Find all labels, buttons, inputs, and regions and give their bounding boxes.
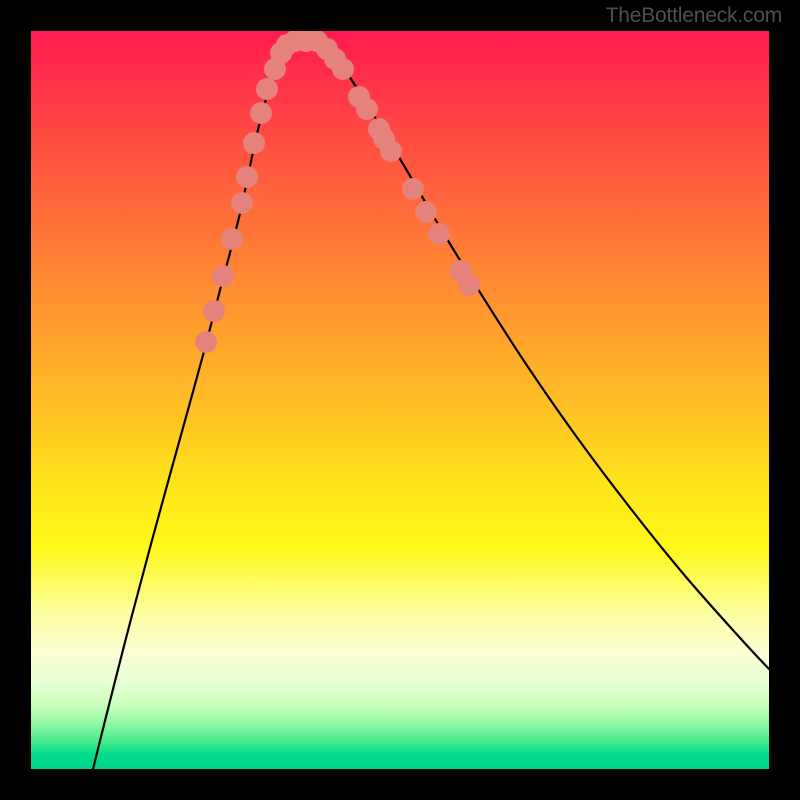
- highlight-dot: [458, 274, 480, 296]
- highlight-dot: [221, 228, 243, 250]
- highlight-dot: [332, 58, 354, 80]
- highlight-dot: [212, 265, 234, 287]
- highlight-dot: [380, 140, 402, 162]
- highlight-dots: [195, 31, 480, 353]
- highlight-dot: [428, 223, 450, 245]
- attribution-label: TheBottleneck.com: [606, 4, 782, 28]
- highlight-dot: [236, 166, 258, 188]
- curve-layer: [31, 31, 769, 769]
- highlight-dot: [231, 192, 253, 214]
- plot-area: [31, 31, 769, 769]
- chart-frame: TheBottleneck.com: [0, 0, 800, 800]
- highlight-dot: [415, 201, 437, 223]
- highlight-dot: [356, 98, 378, 120]
- highlight-dot: [195, 331, 217, 353]
- highlight-dot: [402, 178, 424, 200]
- bottleneck-curve: [93, 40, 769, 769]
- highlight-dot: [250, 102, 272, 124]
- highlight-dot: [203, 300, 225, 322]
- highlight-dot: [243, 132, 265, 154]
- highlight-dot: [256, 78, 278, 100]
